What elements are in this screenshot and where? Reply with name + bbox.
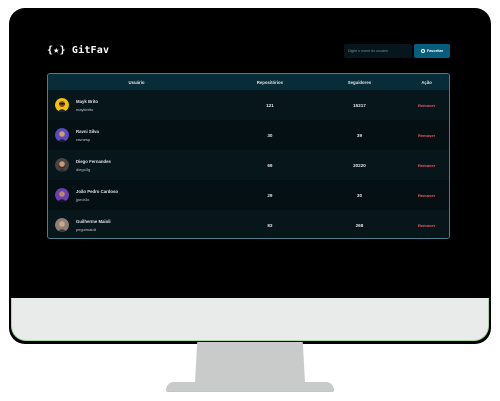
followers-count: 30 [356, 192, 363, 198]
repos-count: 69 [267, 162, 273, 168]
table-header: Usuário Repositórios Seguidores Ação [48, 74, 449, 90]
followers-count: 39 [356, 132, 363, 138]
user-login[interactable]: ravnesp [76, 137, 99, 142]
table-row: Ravni Silva ravnesp 30 39 Remover [48, 120, 449, 150]
app-screen: {★} GitFav Favoritar Usuário Repositório… [31, 29, 469, 277]
user-login[interactable]: diego3g [76, 167, 111, 172]
repos-count: 121 [266, 102, 274, 108]
repos-count: 29 [267, 192, 273, 198]
remove-button[interactable]: Remover [404, 103, 449, 108]
avatar[interactable] [55, 218, 69, 232]
avatar[interactable] [55, 128, 69, 142]
avatar[interactable] [55, 188, 69, 202]
user-name: Ravni Silva [76, 128, 99, 134]
favorites-table: Usuário Repositórios Seguidores Ação May… [47, 73, 450, 239]
gitfav-logo: {★} GitFav [47, 45, 110, 56]
remove-button[interactable]: Remover [404, 163, 449, 168]
avatar[interactable] [55, 98, 69, 112]
user-name: João Pedro Cardoso [76, 188, 119, 194]
table-row: Guilherme Maioli peguimaioli 83 268 Remo… [48, 210, 449, 238]
remove-button[interactable]: Remover [404, 223, 449, 228]
user-name: Diego Fernandes [76, 158, 111, 164]
repos-count: 30 [267, 132, 273, 138]
user-cell: Ravni Silva ravnesp [48, 128, 225, 142]
search-input[interactable] [344, 44, 412, 58]
column-header-followers: Seguidores [347, 79, 372, 85]
remove-button[interactable]: Remover [404, 133, 449, 138]
monitor-chin [11, 298, 489, 341]
user-login[interactable]: maykbrito [76, 107, 98, 112]
column-header-action: Ação [421, 79, 432, 85]
monitor-stand-neck [195, 342, 305, 383]
column-header-user: Usuário [128, 79, 145, 85]
followers-count: 268 [355, 222, 364, 228]
remove-button[interactable]: Remover [404, 193, 449, 198]
user-cell: Mayk Brito maykbrito [48, 98, 225, 112]
user-name: Mayk Brito [76, 98, 98, 104]
table-row: Mayk Brito maykbrito 121 15317 Remover [48, 90, 449, 120]
star-icon [420, 49, 425, 53]
repos-count: 83 [267, 222, 273, 228]
followers-count: 15317 [353, 102, 366, 108]
favorite-button[interactable]: Favoritar [414, 44, 450, 58]
followers-count: 20220 [353, 162, 366, 168]
avatar[interactable] [55, 158, 69, 172]
table-row: João Pedro Cardoso jpedr3o 29 30 Remover [48, 180, 449, 210]
favorite-button-label: Favoritar [426, 49, 444, 53]
column-header-repos: Repositórios [256, 79, 284, 85]
user-cell: Diego Fernandes diego3g [48, 158, 225, 172]
user-name: Guilherme Maioli [76, 218, 111, 224]
user-login[interactable]: jpedr3o [76, 197, 118, 202]
user-cell: João Pedro Cardoso jpedr3o [48, 188, 225, 202]
monitor-stand-base [166, 382, 334, 392]
table-row: Diego Fernandes diego3g 69 20220 Remover [48, 150, 449, 180]
user-cell: Guilherme Maioli peguimaioli [48, 218, 225, 232]
user-login[interactable]: peguimaioli [76, 227, 111, 232]
